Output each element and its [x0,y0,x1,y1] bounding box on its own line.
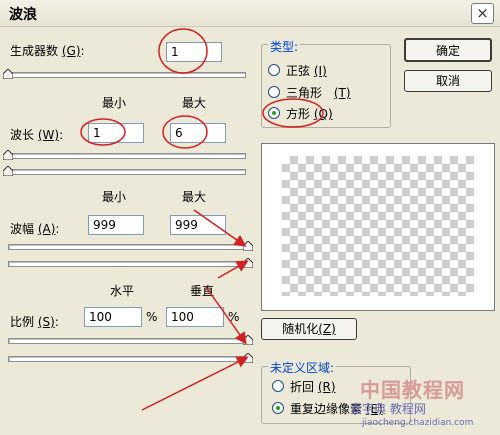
amplitude-max-field[interactable]: 999 [170,215,226,235]
scale-horizontal-field[interactable]: 100 [84,307,142,327]
scale-vertical-slider-thumb[interactable] [243,353,253,363]
scale-horizontal-slider-thumb[interactable] [243,335,253,345]
sine-label: 正弦 (I) [286,64,327,78]
wavelength-max-field[interactable]: 6 [170,123,226,143]
title-bar: 波浪 × [0,0,500,27]
wavelength-max-slider-thumb[interactable] [3,166,13,176]
min-header: 最小 [102,96,127,110]
generators-label: 生成器数 (G): [10,44,85,58]
amplitude-min-slider-thumb[interactable] [243,241,253,251]
vertical-percent: % [228,310,240,324]
min-header-amplitude: 最小 [102,190,127,204]
watermark: 中国教程网 查字典 教程网 jiaocheng.chazidian.com [348,372,498,432]
triangle-label: 三角形 (T) [286,86,351,100]
horizontal-header: 水平 [110,284,135,298]
amplitude-min-field[interactable]: 999 [88,215,144,235]
vertical-header: 垂直 [190,284,215,298]
generators-field[interactable]: 1 [166,42,222,62]
ok-button[interactable]: 确定 [404,38,492,62]
square-label: 方形 (Q) [286,107,333,121]
scale-label: 比例 (S): [10,315,59,329]
amplitude-max-slider-thumb[interactable] [243,258,253,268]
scale-vertical-field[interactable]: 100 [166,307,224,327]
amplitude-max-slider-track[interactable] [8,261,250,267]
max-header: 最大 [182,96,207,110]
type-group-title: 类型: [268,38,301,55]
max-header-amplitude: 最大 [182,190,207,204]
generators-slider-thumb[interactable] [3,69,13,79]
preview-pane [261,143,495,311]
wrap-around-radio[interactable] [272,380,284,392]
amplitude-min-slider-track[interactable] [8,244,250,250]
wrap-around-label: 折回 (R) [290,380,336,394]
scale-vertical-slider-track[interactable] [8,356,250,362]
sine-radio[interactable] [268,64,280,76]
watermark-line1: 中国教程网 [360,378,465,402]
triangle-radio[interactable] [268,86,280,98]
amplitude-label: 波幅 (A): [10,222,60,236]
wavelength-min-slider-track[interactable] [8,153,246,159]
square-radio[interactable] [268,107,280,119]
scale-horizontal-slider-track[interactable] [8,338,250,344]
cancel-button[interactable]: 取消 [404,70,492,92]
wavelength-min-field[interactable]: 1 [88,123,144,143]
annotation-arrow-scale-2 [141,356,249,411]
wavelength-min-slider-thumb[interactable] [3,150,13,160]
close-button[interactable]: × [471,3,494,24]
wavelength-max-slider-track[interactable] [8,169,246,175]
dialog-title: 波浪 [9,7,37,23]
undefined-areas-title: 未定义区域: [268,359,337,376]
wavelength-label: 波长 (W): [10,128,64,142]
repeat-edge-radio[interactable] [272,402,284,414]
watermark-line3: jiaocheng.chazidian.com [362,418,474,428]
randomize-button[interactable]: 随机化(Z) [261,318,357,340]
horizontal-percent: % [146,310,158,324]
transparency-checkerboard [282,156,474,296]
generators-slider-track[interactable] [8,72,246,78]
watermark-line2: 查字典 教程网 [350,402,426,416]
